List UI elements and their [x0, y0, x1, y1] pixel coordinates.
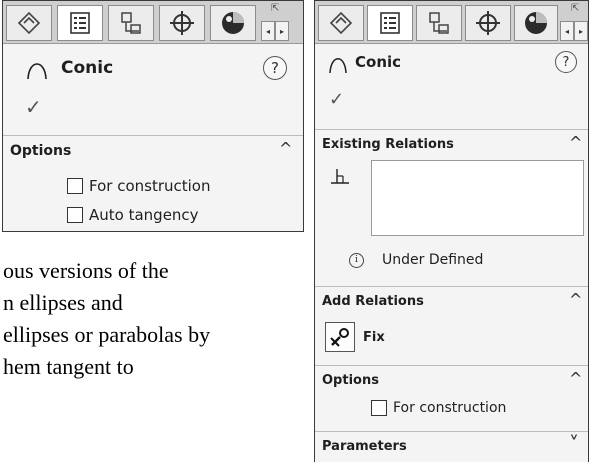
scroll-left-arrow[interactable]: ◂ [261, 21, 275, 41]
tab-configuration-manager[interactable] [416, 5, 462, 41]
checkbox[interactable] [67, 178, 83, 194]
dimxpert-manager-icon [170, 11, 194, 35]
document-text-line: ous versions of the [3, 258, 169, 283]
fix-anchor-icon [330, 328, 349, 347]
configuration-manager-icon [121, 12, 141, 34]
tab-dimxpert-manager[interactable] [465, 5, 511, 41]
feature-manager-icon [17, 11, 41, 35]
checkbox[interactable] [371, 400, 387, 416]
property-manager-icon [380, 12, 400, 34]
tab-configuration-manager[interactable] [108, 5, 154, 41]
fix-relation-button[interactable] [325, 322, 355, 352]
status-text: Under Defined [382, 252, 484, 268]
add-relations-section-header[interactable]: Add Relations ^ [315, 286, 588, 318]
section-title: Existing Relations [322, 137, 454, 152]
options-section-header[interactable]: Options ^ [315, 365, 588, 397]
chevron-up-icon[interactable]: ^ [279, 139, 292, 158]
conic-icon [27, 63, 47, 80]
document-text-line: hem tangent to [3, 354, 134, 379]
ok-button[interactable]: ✓ [329, 89, 344, 110]
configuration-manager-icon [429, 12, 449, 34]
tab-feature-manager[interactable] [6, 5, 52, 41]
tab-property-manager[interactable] [57, 5, 103, 41]
tab-feature-manager[interactable] [318, 5, 364, 41]
dimxpert-manager-icon [476, 11, 500, 35]
page-title: Conic [61, 58, 114, 78]
document-text-line: n ellipses and [3, 290, 123, 315]
ok-button[interactable]: ✓ [25, 95, 42, 119]
scroll-left-arrow[interactable]: ◂ [560, 21, 574, 41]
checkbox-label: For construction [89, 177, 211, 195]
for-construction-option[interactable]: For construction [67, 177, 211, 195]
section-title: Add Relations [322, 294, 424, 309]
collapse-icon[interactable]: ⇱ [571, 3, 579, 14]
checkbox-label: Auto tangency [89, 206, 199, 224]
help-button[interactable]: ? [555, 51, 577, 73]
existing-relations-list[interactable] [371, 160, 584, 236]
tab-property-manager[interactable] [367, 5, 413, 41]
feature-manager-icon [329, 11, 353, 35]
chevron-up-icon[interactable]: ^ [569, 290, 582, 309]
display-manager-icon [222, 12, 244, 34]
document-text-line: ellipses or parabolas by [3, 322, 211, 347]
property-manager-icon [70, 12, 90, 34]
section-title: Options [10, 143, 72, 159]
tab-dimxpert-manager[interactable] [159, 5, 205, 41]
conic-property-manager-left: ⇱ ◂ ▸ Conic ? ✓ Options ^ For constructi… [2, 0, 304, 232]
checkbox-label: For construction [393, 400, 507, 416]
help-button[interactable]: ? [263, 56, 287, 80]
fix-label: Fix [363, 330, 385, 345]
options-section-header[interactable]: Options ^ [3, 135, 303, 167]
info-icon: i [349, 252, 364, 268]
status-row: i Under Defined [349, 252, 483, 268]
tab-display-manager[interactable] [210, 5, 256, 41]
chevron-down-icon[interactable]: ˅ [569, 432, 579, 456]
manager-tab-bar: ⇱ ◂ ▸ [3, 1, 303, 44]
existing-relations-section-header[interactable]: Existing Relations ^ [315, 129, 588, 161]
relations-icon [331, 169, 349, 184]
scroll-right-arrow[interactable]: ▸ [574, 21, 588, 41]
collapse-icon[interactable]: ⇱ [271, 3, 279, 14]
manager-tab-bar: ⇱ ◂ ▸ [315, 1, 588, 44]
conic-icon [329, 58, 347, 74]
for-construction-option[interactable]: For construction [371, 400, 506, 416]
section-title: Options [322, 373, 379, 388]
tab-display-manager[interactable] [514, 5, 558, 41]
checkbox[interactable] [67, 207, 83, 223]
scroll-right-arrow[interactable]: ▸ [275, 21, 289, 41]
section-title: Parameters [322, 439, 407, 454]
display-manager-icon [525, 12, 547, 34]
chevron-up-icon[interactable]: ^ [569, 369, 582, 388]
parameters-section-header[interactable]: Parameters ˅ [315, 431, 588, 462]
conic-property-manager-right: ⇱ ◂ ▸ Conic ? ✓ Existing Relations ^ i U… [314, 0, 589, 462]
chevron-up-icon[interactable]: ^ [569, 133, 582, 152]
page-title: Conic [355, 53, 402, 71]
auto-tangency-option[interactable]: Auto tangency [67, 206, 199, 224]
